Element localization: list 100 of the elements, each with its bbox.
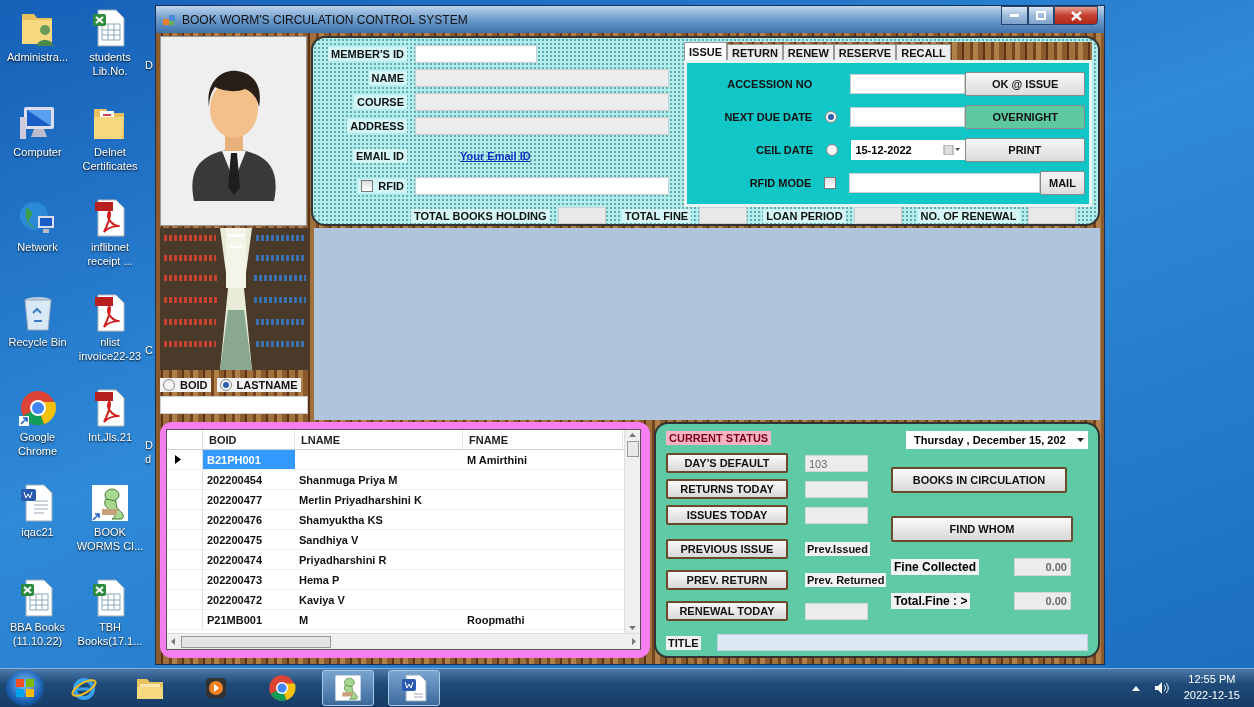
table-cell: Shanmuga Priya M	[299, 473, 398, 486]
desktop-shortcut[interactable]: Administra...	[0, 6, 75, 101]
input-field[interactable]	[415, 45, 537, 63]
worm-icon	[90, 483, 130, 523]
desktop-shortcut[interactable]: iqac21	[0, 481, 75, 576]
table-cell: Merlin Priyadharshini K	[299, 493, 422, 506]
table-cell: 202200477	[207, 493, 263, 506]
table-row[interactable]: 202200477 Merlin Priyadharshini K	[167, 490, 624, 510]
status-button[interactable]: PREVIOUS ISSUE	[666, 539, 788, 559]
action-button[interactable]: MAIL	[1039, 171, 1085, 195]
input-field[interactable]	[850, 107, 966, 127]
scrollbar[interactable]	[167, 633, 640, 649]
total-label: NO. OF RENEWAL	[917, 208, 1020, 223]
radio-button[interactable]	[826, 144, 839, 156]
table-row[interactable]: 202200472 Kaviya V	[167, 590, 624, 610]
action-button[interactable]: FIND WHOM	[891, 516, 1073, 542]
clock[interactable]: 12:55 PM 2022-12-15	[1183, 672, 1240, 704]
maximize-button[interactable]	[1028, 6, 1054, 25]
table-cell: Hema P	[299, 573, 340, 586]
shortcut-label[interactable]: D d	[145, 438, 154, 467]
field-label: MEMBER'S ID	[328, 47, 407, 61]
table-row[interactable]: 202200475 Sandhiya V	[167, 530, 624, 550]
total-label: TOTAL BOOKS HOLDING	[411, 208, 550, 223]
input-field[interactable]	[415, 177, 669, 195]
start-button[interactable]	[6, 670, 44, 706]
table-row[interactable]: P21MB001 M Roopmathi	[167, 610, 624, 630]
shortcut-label[interactable]: D	[145, 58, 154, 73]
desktop-shortcut[interactable]: students Lib.No.	[75, 6, 145, 101]
radio-button[interactable]	[219, 379, 232, 391]
action-button[interactable]: OK @ ISSUE	[965, 72, 1085, 96]
field-label: RFID MODE	[748, 177, 812, 189]
table-cell: Kaviya V	[299, 593, 345, 606]
tab[interactable]: RESERVE	[833, 44, 897, 60]
table-cell: M Amirthini	[467, 453, 528, 466]
input-field[interactable]	[415, 69, 669, 87]
taskbar-button[interactable]	[388, 670, 440, 706]
column-header[interactable]: FNAME	[463, 430, 623, 449]
tab[interactable]: ISSUE	[684, 42, 727, 60]
status-button[interactable]: PREV. RETURN	[666, 570, 788, 590]
title-field[interactable]	[716, 634, 1088, 651]
desktop-shortcut[interactable]: BOOK WORMS CI...	[75, 481, 145, 576]
input-field[interactable]	[850, 74, 966, 94]
search-option[interactable]: BOID	[160, 378, 211, 392]
tab[interactable]: RETURN	[727, 44, 783, 60]
close-icon	[1070, 10, 1082, 21]
search-field[interactable]	[160, 396, 308, 414]
desktop-shortcut[interactable]: nlist invoice22-23	[75, 291, 145, 386]
checkbox[interactable]	[361, 180, 374, 192]
input-field[interactable]	[415, 93, 669, 111]
table-row[interactable]: 202200473 Hema P	[167, 570, 624, 590]
status-button[interactable]: ISSUES TODAY	[666, 505, 788, 525]
action-button[interactable]: PRINT	[964, 138, 1085, 162]
tab[interactable]: RENEW	[782, 44, 834, 60]
scrollbar-thumb[interactable]	[181, 635, 331, 648]
rfid-checkbox[interactable]: RFID	[358, 179, 407, 193]
radio-button[interactable]	[825, 111, 838, 123]
tab[interactable]: RECALL	[896, 44, 951, 60]
speaker-icon[interactable]	[1153, 681, 1170, 695]
checkbox[interactable]	[824, 177, 837, 189]
date-picker[interactable]: Thursday , December 15, 202	[906, 431, 1088, 449]
desktop-shortcut[interactable]: Int.Jls.21	[75, 386, 145, 481]
desktop-shortcut[interactable]: TBH Books(17.1...	[75, 576, 145, 671]
fine-field: 0.00	[1014, 558, 1071, 576]
close-button[interactable]	[1054, 6, 1098, 25]
caret-icon[interactable]	[1131, 685, 1140, 691]
browser-icon	[17, 388, 58, 428]
calendar-dropdown-icon	[942, 145, 961, 155]
search-option[interactable]: LASTNAME	[216, 378, 301, 392]
table-row[interactable]: 202200454 Shanmuga Priya M	[167, 470, 624, 490]
input-field[interactable]	[415, 117, 669, 135]
action-button[interactable]: BOOKS IN CIRCULATION	[891, 467, 1067, 493]
desktop-shortcut[interactable]: Computer	[0, 101, 75, 196]
desktop-shortcut[interactable]: Recycle Bin	[0, 291, 75, 386]
status-button[interactable]: RETURNS TODAY	[666, 479, 788, 499]
desktop-shortcut[interactable]: BBA Books (11.10.22)	[0, 576, 75, 671]
table-row[interactable]: B21PH001 M Amirthini	[167, 450, 624, 470]
field-label: COURSE	[353, 95, 407, 109]
table-row[interactable]: 202200474 Priyadharshini R	[167, 550, 624, 570]
date-field[interactable]: 15-12-2022	[851, 140, 965, 160]
scrollbar-thumb[interactable]	[626, 441, 639, 457]
column-header[interactable]: BOID	[203, 430, 295, 449]
email-link[interactable]: Your Email ID	[460, 150, 531, 162]
status-button[interactable]: DAY'S DEFAULT	[666, 453, 788, 473]
column-header[interactable]: LNAME	[295, 430, 463, 449]
minimize-button[interactable]	[1001, 6, 1028, 25]
maximize-icon	[1036, 11, 1046, 20]
shortcut-label[interactable]: C	[145, 343, 154, 358]
total-label: LOAN PERIOD	[763, 208, 846, 223]
desktop-shortcut[interactable]: Delnet Certificates	[75, 101, 145, 196]
status-button[interactable]: RENEWAL TODAY	[666, 601, 788, 621]
scrollbar[interactable]	[624, 430, 640, 633]
desktop-shortcut[interactable]: inflibnet receipt ...	[75, 196, 145, 291]
action-button[interactable]: OVERNIGHT	[965, 105, 1085, 129]
desktop-shortcut[interactable]: Network	[0, 196, 75, 291]
radio-button[interactable]	[163, 379, 175, 391]
desktop-shortcut[interactable]: Google Chrome	[0, 386, 75, 481]
table-row[interactable]: 202200476 Shamyuktha KS	[167, 510, 624, 530]
input-field[interactable]	[849, 173, 1040, 193]
fine-field: 0.00	[1014, 592, 1071, 610]
taskbar-button[interactable]	[322, 670, 374, 706]
